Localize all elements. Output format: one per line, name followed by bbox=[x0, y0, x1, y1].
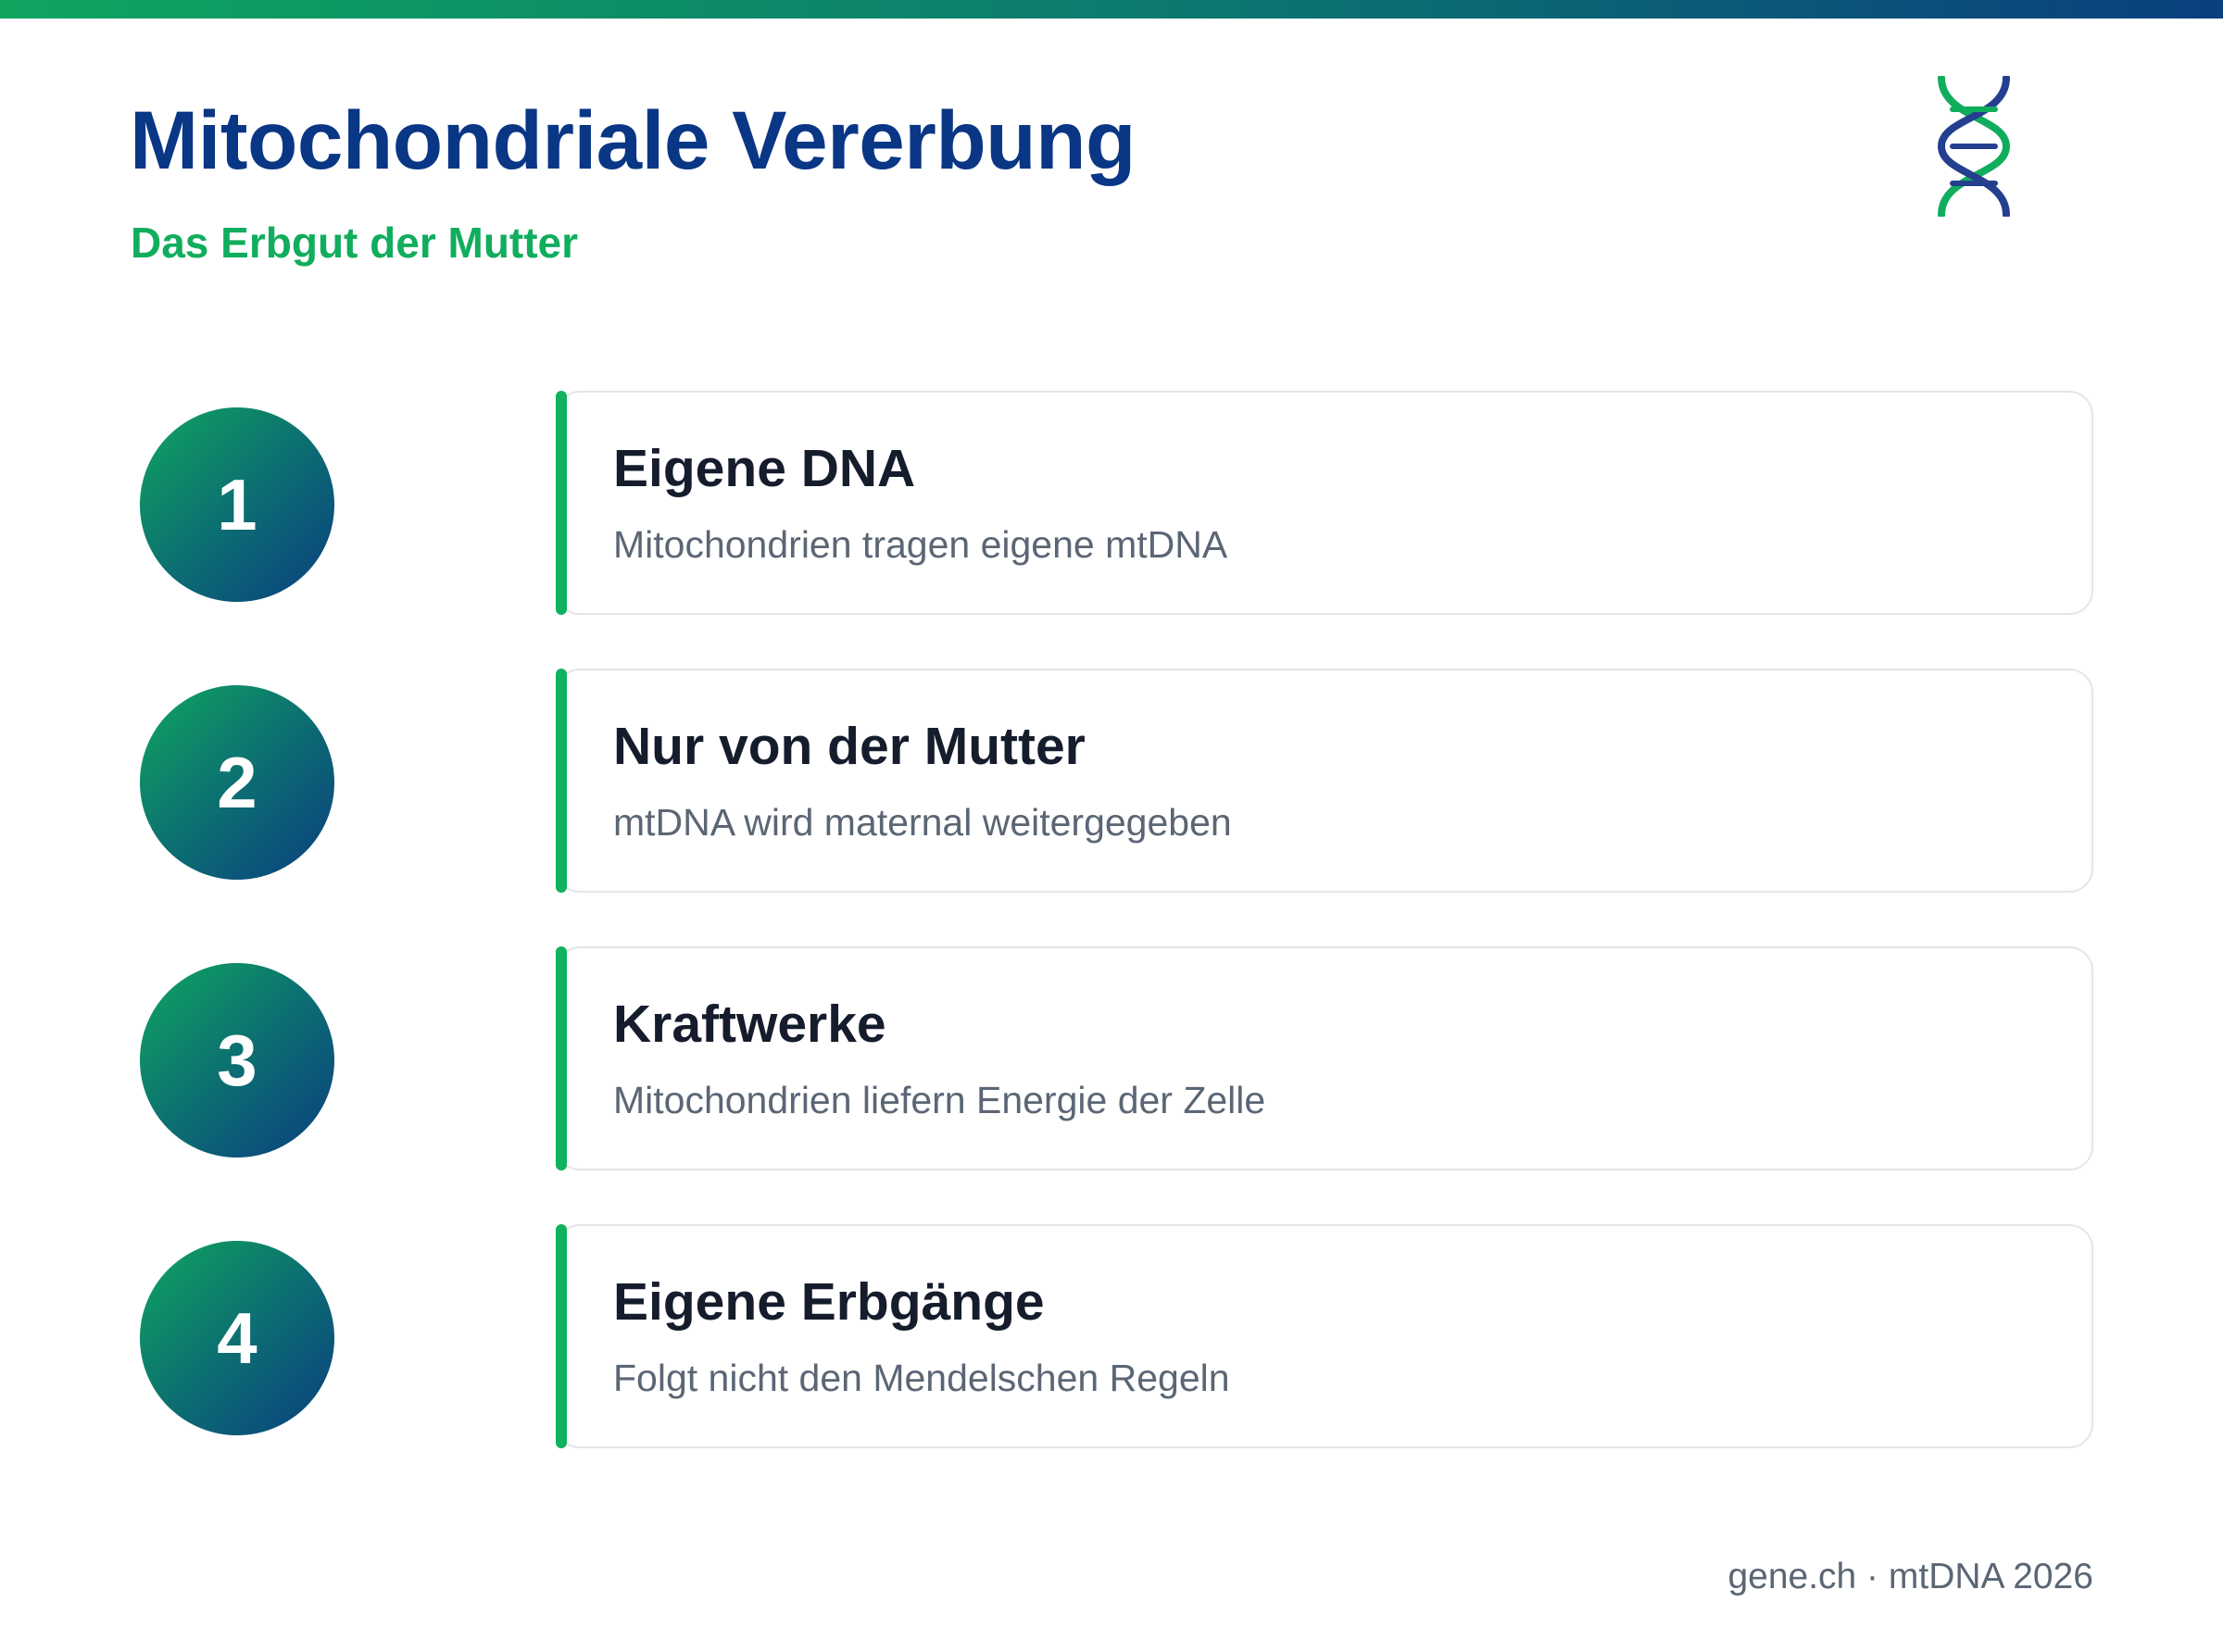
step-number: 4 bbox=[217, 1297, 257, 1379]
step-card-title: Kraftwerke bbox=[613, 995, 886, 1054]
step-card-title: Eigene DNA bbox=[613, 439, 916, 498]
page-title: Mitochondriale Vererbung bbox=[130, 94, 1136, 186]
page-subtitle: Das Erbgut der Mutter bbox=[131, 219, 579, 267]
step-card-accent-bar bbox=[556, 669, 567, 893]
step-card-accent-bar bbox=[556, 391, 567, 615]
step-card-title: Eigene Erbgänge bbox=[613, 1272, 1045, 1332]
dna-helix-icon bbox=[1937, 76, 2011, 217]
step-card-title: Nur von der Mutter bbox=[613, 717, 1086, 776]
top-gradient-bar bbox=[0, 0, 2223, 19]
step-number: 3 bbox=[217, 1020, 257, 1101]
step-card-text: Mitochondrien tragen eigene mtDNA bbox=[613, 523, 1228, 566]
step-card-text: Mitochondrien liefern Energie der Zelle bbox=[613, 1079, 1266, 1121]
step-card: Eigene Erbgänge Folgt nicht den Mendelsc… bbox=[556, 1224, 2093, 1448]
step-card: Eigene DNA Mitochondrien tragen eigene m… bbox=[556, 391, 2093, 615]
step-number-badge: 4 bbox=[140, 1241, 334, 1435]
step-number-badge: 1 bbox=[140, 407, 334, 602]
step-number: 1 bbox=[217, 464, 257, 545]
step-card: Nur von der Mutter mtDNA wird maternal w… bbox=[556, 669, 2093, 893]
step-card-text: mtDNA wird maternal weitergegeben bbox=[613, 801, 1232, 844]
step-number: 2 bbox=[217, 742, 257, 823]
step-number-badge: 3 bbox=[140, 963, 334, 1158]
step-card-text: Folgt nicht den Mendelschen Regeln bbox=[613, 1357, 1230, 1399]
step-number-badge: 2 bbox=[140, 685, 334, 880]
step-card: Kraftwerke Mitochondrien liefern Energie… bbox=[556, 946, 2093, 1170]
footer-credit: gene.ch · mtDNA 2026 bbox=[1727, 1557, 2093, 1596]
step-card-accent-bar bbox=[556, 1224, 567, 1448]
step-card-accent-bar bbox=[556, 946, 567, 1170]
